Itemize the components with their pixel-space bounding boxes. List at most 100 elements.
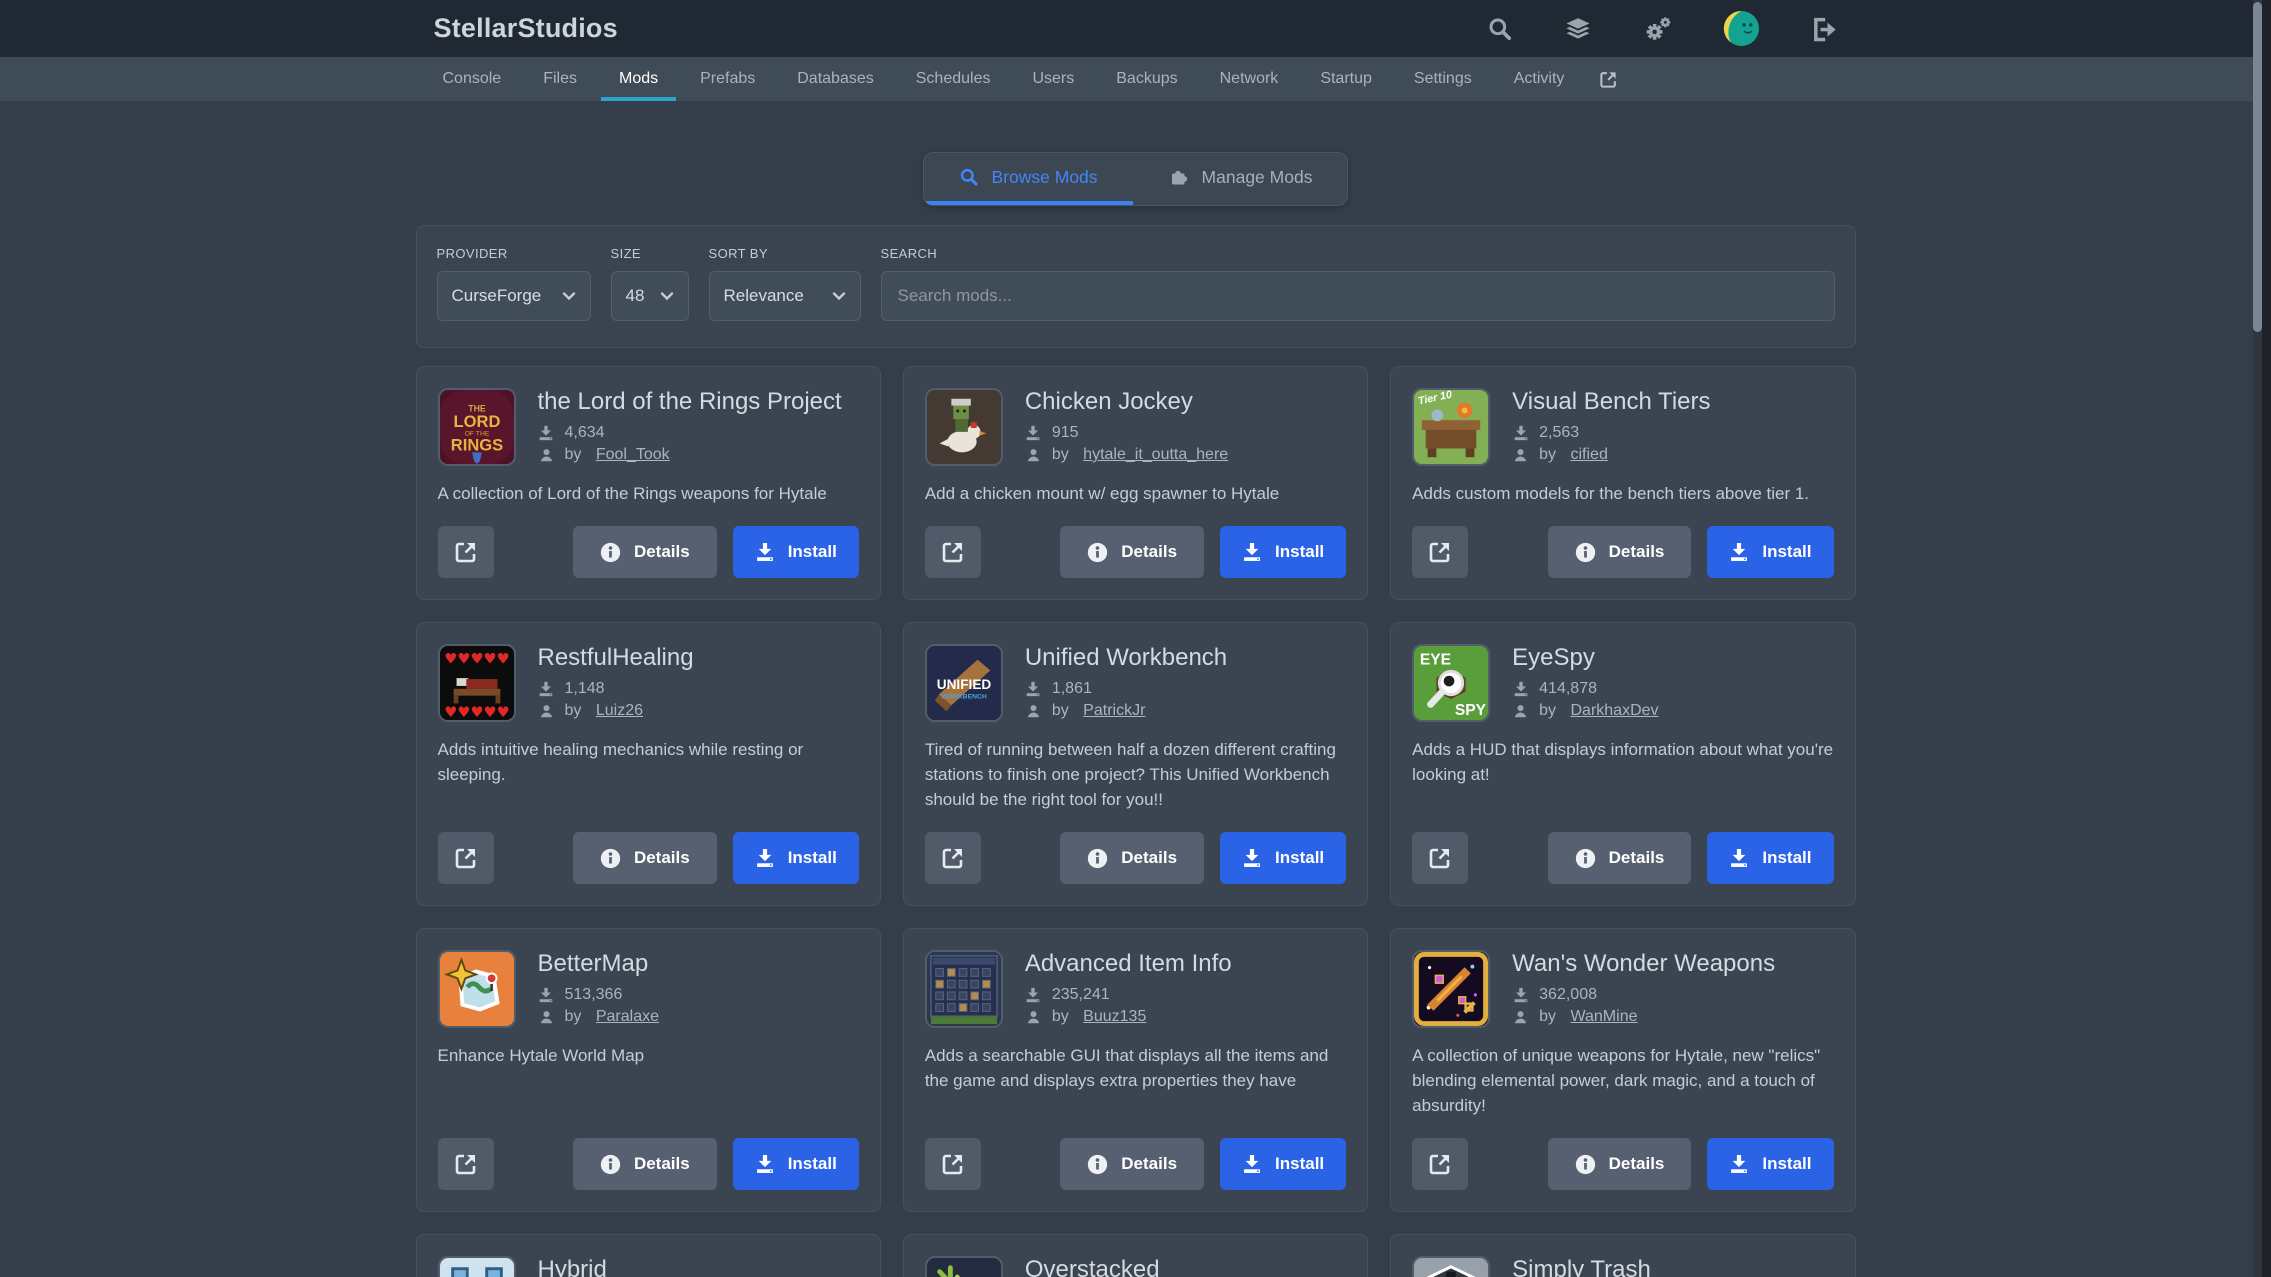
nav-tab-mods[interactable]: Mods bbox=[598, 57, 679, 101]
topbar-icons bbox=[1487, 10, 1838, 47]
tab-manage-mods[interactable]: Manage Mods bbox=[1133, 153, 1348, 205]
mod-card: Advanced Item Info 235,241 by Buuz135 Ad… bbox=[903, 928, 1368, 1212]
mod-author-link[interactable]: Fool_Took bbox=[596, 446, 670, 464]
info-icon bbox=[1087, 542, 1108, 563]
nav-tab-prefabs[interactable]: Prefabs bbox=[679, 57, 776, 101]
external-link-button[interactable] bbox=[438, 526, 494, 578]
provider-select[interactable]: CurseForge bbox=[437, 271, 591, 321]
install-download-icon bbox=[1242, 848, 1262, 868]
mod-title: BetterMap bbox=[538, 950, 660, 978]
mod-icon-eye-spy: EYESPY bbox=[1412, 644, 1490, 722]
external-link-button[interactable] bbox=[438, 832, 494, 884]
nav-tab-databases[interactable]: Databases bbox=[776, 57, 895, 101]
details-button[interactable]: Details bbox=[1548, 526, 1692, 578]
external-link-button[interactable] bbox=[925, 832, 981, 884]
search-icon[interactable] bbox=[1487, 16, 1513, 42]
mod-description: Adds a searchable GUI that displays all … bbox=[925, 1043, 1346, 1093]
details-button[interactable]: Details bbox=[1548, 832, 1692, 884]
avatar[interactable] bbox=[1723, 10, 1760, 47]
sort-value: Relevance bbox=[724, 286, 804, 306]
external-link-button[interactable] bbox=[925, 1138, 981, 1190]
details-button[interactable]: Details bbox=[1060, 832, 1204, 884]
mod-author-row: by DarkhaxDev bbox=[1512, 702, 1658, 720]
mod-author-link[interactable]: PatrickJr bbox=[1083, 702, 1145, 720]
download-count-icon bbox=[1025, 425, 1042, 441]
size-select[interactable]: 48 bbox=[611, 271, 689, 321]
mod-card-footer: Details Install bbox=[1412, 812, 1833, 884]
nav-tab-users[interactable]: Users bbox=[1011, 57, 1095, 101]
details-button-label: Details bbox=[634, 848, 690, 868]
sign-out-icon[interactable] bbox=[1810, 15, 1838, 43]
mod-author-link[interactable]: DarkhaxDev bbox=[1571, 702, 1659, 720]
external-link-button[interactable] bbox=[925, 526, 981, 578]
mod-author-link[interactable]: WanMine bbox=[1571, 1008, 1638, 1026]
install-button[interactable]: Install bbox=[733, 1138, 859, 1190]
nav-tab-files[interactable]: Files bbox=[522, 57, 598, 101]
external-link-button[interactable] bbox=[1412, 1138, 1468, 1190]
mod-author-link[interactable]: Luiz26 bbox=[596, 702, 643, 720]
download-count-icon bbox=[1512, 987, 1529, 1003]
install-button[interactable]: Install bbox=[733, 526, 859, 578]
external-link-icon bbox=[941, 846, 965, 870]
nav-tab-console[interactable]: Console bbox=[422, 57, 523, 101]
install-button[interactable]: Install bbox=[1220, 832, 1346, 884]
mod-downloads-row: 362,008 bbox=[1512, 986, 1775, 1004]
mod-icon-wonder-sword bbox=[1412, 950, 1490, 1028]
details-button[interactable]: Details bbox=[573, 526, 717, 578]
mod-downloads: 235,241 bbox=[1052, 986, 1110, 1004]
info-icon bbox=[1575, 848, 1596, 869]
chevron-down-icon bbox=[832, 291, 846, 302]
mod-author-link[interactable]: cified bbox=[1571, 446, 1608, 464]
svg-text:LORD: LORD bbox=[453, 412, 500, 431]
svg-text:EYE: EYE bbox=[1420, 652, 1451, 669]
install-download-icon bbox=[1242, 542, 1262, 562]
search-input[interactable] bbox=[881, 271, 1835, 321]
details-button[interactable]: Details bbox=[1060, 526, 1204, 578]
details-button-label: Details bbox=[634, 1154, 690, 1174]
sort-select[interactable]: Relevance bbox=[709, 271, 861, 321]
nav-tab-backups[interactable]: Backups bbox=[1095, 57, 1198, 101]
mod-card: BetterMap 513,366 by Paralaxe Enhance Hy… bbox=[416, 928, 881, 1212]
install-button[interactable]: Install bbox=[1707, 1138, 1833, 1190]
author-icon bbox=[538, 447, 555, 463]
nav-tab-activity[interactable]: Activity bbox=[1493, 57, 1586, 101]
nav-tab-settings[interactable]: Settings bbox=[1393, 57, 1493, 101]
nav-tabs: ConsoleFilesModsPrefabsDatabasesSchedule… bbox=[422, 57, 1586, 101]
layers-icon[interactable] bbox=[1563, 16, 1593, 42]
details-button[interactable]: Details bbox=[1548, 1138, 1692, 1190]
mod-downloads-row: 915 bbox=[1025, 424, 1228, 442]
info-icon bbox=[1087, 848, 1108, 869]
external-link-button[interactable] bbox=[438, 1138, 494, 1190]
nav-tab-startup[interactable]: Startup bbox=[1299, 57, 1393, 101]
install-button-label: Install bbox=[1275, 848, 1324, 868]
install-button[interactable]: Install bbox=[733, 832, 859, 884]
nav-tab-network[interactable]: Network bbox=[1199, 57, 1300, 101]
install-button[interactable]: Install bbox=[1220, 526, 1346, 578]
details-button[interactable]: Details bbox=[573, 1138, 717, 1190]
mod-author-link[interactable]: Buuz135 bbox=[1083, 1008, 1146, 1026]
details-button[interactable]: Details bbox=[1060, 1138, 1204, 1190]
mod-description: Enhance Hytale World Map bbox=[438, 1043, 859, 1068]
mod-card-footer: Details Install bbox=[438, 506, 859, 578]
details-button[interactable]: Details bbox=[573, 832, 717, 884]
external-link-button[interactable] bbox=[1412, 832, 1468, 884]
scrollbar-thumb[interactable] bbox=[2253, 2, 2262, 332]
external-link-button[interactable] bbox=[1412, 526, 1468, 578]
mod-card-footer: Details Install bbox=[1412, 1118, 1833, 1190]
mod-card: Chicken Jockey 915 by hytale_it_outta_he… bbox=[903, 366, 1368, 600]
gears-icon[interactable] bbox=[1643, 15, 1673, 42]
mod-author-link[interactable]: hytale_it_outta_here bbox=[1083, 446, 1228, 464]
install-button[interactable]: Install bbox=[1220, 1138, 1346, 1190]
mod-author-prefix: by bbox=[1052, 1008, 1073, 1026]
external-link-icon[interactable] bbox=[1599, 70, 1618, 89]
install-button[interactable]: Install bbox=[1707, 526, 1833, 578]
tab-browse-mods[interactable]: Browse Mods bbox=[924, 153, 1133, 205]
mod-author-row: by Luiz26 bbox=[538, 702, 694, 720]
info-icon bbox=[1087, 1154, 1108, 1175]
scrollbar-track[interactable] bbox=[2253, 0, 2262, 1277]
install-button[interactable]: Install bbox=[1707, 832, 1833, 884]
mod-author-link[interactable]: Paralaxe bbox=[596, 1008, 659, 1026]
top-bar: StellarStudios bbox=[0, 0, 2271, 57]
install-button-label: Install bbox=[788, 542, 837, 562]
nav-tab-schedules[interactable]: Schedules bbox=[895, 57, 1012, 101]
